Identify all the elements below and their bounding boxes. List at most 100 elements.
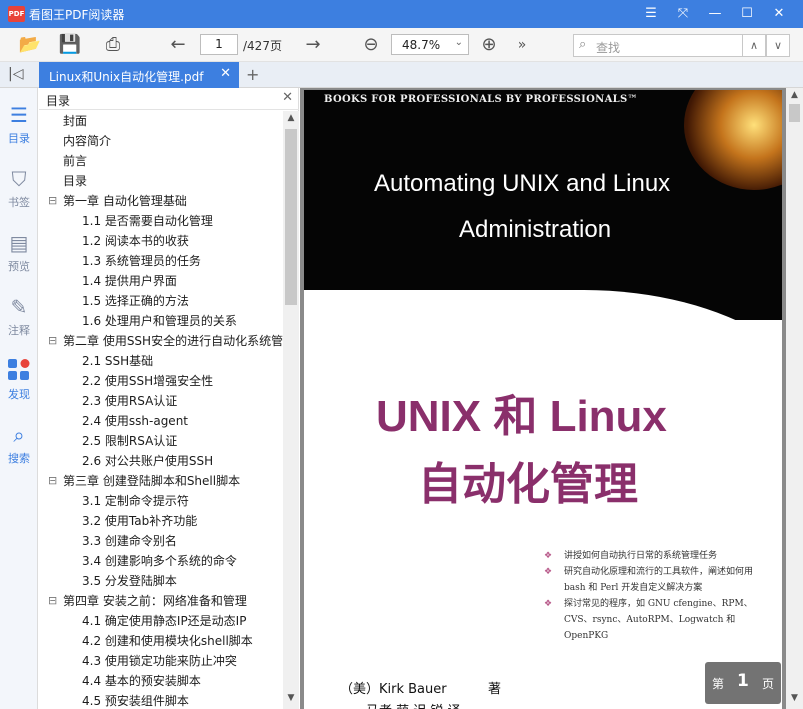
rail-label: 目录	[8, 132, 30, 145]
toc-section-item[interactable]: 3.5 分发登陆脚本	[82, 571, 177, 591]
rail-label: 预览	[8, 260, 30, 273]
toc-chapter-item[interactable]: 封面	[63, 111, 87, 131]
scroll-up-icon[interactable]: ▲	[786, 90, 803, 104]
open-folder-icon[interactable]: 📂	[18, 33, 42, 57]
rail-item-search[interactable]: ⌕ 搜索	[0, 422, 38, 480]
tab-label: Linux和Unix自动化管理.pdf	[49, 70, 204, 84]
page-total: /427页	[243, 39, 282, 53]
toc-chapter-item[interactable]: 第二章 使用SSH安全的进行自动化系统管	[48, 331, 283, 351]
cover-translator: 马者 萌 迟 锐 译	[366, 700, 461, 709]
toc-section-item[interactable]: 1.4 提供用户界面	[82, 271, 177, 291]
toc-header: 目录 ✕	[39, 88, 299, 110]
tab-document[interactable]: Linux和Unix自动化管理.pdf ✕	[39, 62, 239, 88]
toc-section-item[interactable]: 2.1 SSH基础	[82, 351, 153, 371]
more-icon[interactable]: »	[510, 33, 534, 57]
rail-label: 书签	[8, 196, 30, 209]
page-indicator: 第 1 页	[705, 662, 781, 704]
scroll-down-icon[interactable]: ▼	[283, 693, 299, 707]
document-view[interactable]: BOOKS FOR PROFESSIONALS BY PROFESSIONALS…	[300, 88, 803, 709]
toc-section-item[interactable]: 2.6 对公共账户使用SSH	[82, 451, 213, 471]
toc-section-item[interactable]: 1.5 选择正确的方法	[82, 291, 189, 311]
toc-panel: 目录 ✕ 封面内容简介前言目录第一章 自动化管理基础1.1 是否需要自动化管理1…	[39, 88, 299, 709]
note-icon: ✎	[10, 295, 28, 319]
search-input[interactable]: ⌕ 查找	[573, 34, 743, 57]
toc-section-item[interactable]: 4.2 创建和使用模块化shell脚本	[82, 631, 253, 651]
collapse-sidebar-icon[interactable]: |◁	[8, 66, 23, 82]
cover-author: （美）Kirk Bauer	[340, 682, 447, 697]
toc-chapter-item[interactable]: 目录	[63, 171, 87, 191]
toc-section-item[interactable]: 1.6 处理用户和管理员的关系	[82, 311, 237, 331]
menu-icon[interactable]: ☰	[640, 4, 662, 24]
search-icon: ⌕	[579, 37, 587, 52]
cover-bullet: 研究自动化原理和流行的工具软件，阐述如何用 bash 和 Perl 开发自定义解…	[544, 564, 774, 596]
toc-section-item[interactable]: 1.2 阅读本书的收获	[82, 231, 189, 251]
apps-icon	[7, 358, 31, 384]
search-icon: ⌕	[13, 423, 25, 447]
chevron-down-icon: ⌄	[454, 37, 463, 48]
zoom-select[interactable]: 48.7% ⌄	[391, 34, 469, 55]
rail-item-preview[interactable]: ▤ 预览	[0, 230, 38, 288]
toc-section-item[interactable]: 4.5 预安装组件脚本	[82, 691, 189, 709]
page-indicator-prefix: 第	[712, 677, 725, 691]
toc-section-item[interactable]: 4.1 确定使用静态IP还是动态IP	[82, 611, 246, 631]
cover-author-role: 著	[488, 682, 502, 697]
close-icon[interactable]: ✕	[282, 90, 293, 105]
toc-section-item[interactable]: 2.4 使用ssh-agent	[82, 411, 188, 431]
toc-section-item[interactable]: 1.3 系统管理员的任务	[82, 251, 201, 271]
rail-item-bookmarks[interactable]: ⛉ 书签	[0, 166, 38, 224]
toc-section-item[interactable]: 3.3 创建命令别名	[82, 531, 177, 551]
zoom-in-icon[interactable]: ⊕	[477, 33, 501, 57]
tab-bar: |◁ Linux和Unix自动化管理.pdf ✕ +	[0, 62, 803, 88]
toc-scrollbar[interactable]: ▲ ▼	[283, 111, 299, 709]
toc-chapter-item[interactable]: 前言	[63, 151, 87, 171]
scroll-thumb[interactable]	[285, 129, 297, 305]
toc-section-item[interactable]: 1.1 是否需要自动化管理	[82, 211, 213, 231]
cover-bullet: 探讨常见的程序，如 GNU cfengine、RPM、CVS、rsync、Aut…	[544, 596, 774, 644]
toc-section-item[interactable]: 3.1 定制命令提示符	[82, 491, 189, 511]
toc-section-item[interactable]: 2.2 使用SSH增强安全性	[82, 371, 213, 391]
page-number-input[interactable]: 1	[200, 34, 238, 55]
toc-section-item[interactable]: 4.3 使用锁定功能来防止冲突	[82, 651, 237, 671]
rail-item-discover[interactable]: 发现	[0, 358, 38, 416]
zoom-value: 48.7%	[402, 38, 441, 52]
close-button[interactable]: ✕	[768, 4, 790, 24]
print-icon[interactable]: ⎙	[101, 33, 125, 57]
zoom-out-icon[interactable]: ⊖	[359, 33, 383, 57]
cover-en-title-1: Automating UNIX and Linux	[374, 170, 671, 197]
save-icon[interactable]: 💾	[58, 33, 82, 57]
search-prev-button[interactable]: ∧	[742, 34, 766, 57]
app-logo: PDF	[8, 6, 25, 22]
search-next-button[interactable]: ∨	[766, 34, 790, 57]
close-tab-icon[interactable]: ✕	[220, 66, 231, 81]
title-bar: PDF 看图王PDF阅读器 ☰ ⤧ — ☐ ✕	[0, 0, 803, 28]
toc-chapter-item[interactable]: 第四章 安装之前：网络准备和管理	[48, 591, 247, 611]
toc-section-item[interactable]: 3.4 创建影响多个系统的命令	[82, 551, 237, 571]
left-rail: ☰ 目录 ⛉ 书签 ▤ 预览 ✎ 注释 发现 ⌕ 搜索	[0, 88, 38, 709]
document-scrollbar[interactable]: ▲ ▼	[786, 88, 803, 709]
prev-page-icon[interactable]: ←	[166, 33, 190, 57]
next-page-icon[interactable]: →	[301, 33, 325, 57]
toc-chapter-item[interactable]: 第一章 自动化管理基础	[48, 191, 187, 211]
toc-chapter-item[interactable]: 内容简介	[63, 131, 111, 151]
minimize-button[interactable]: —	[704, 4, 726, 24]
rail-item-notes[interactable]: ✎ 注释	[0, 294, 38, 352]
rail-label: 注释	[8, 324, 30, 337]
toc-section-item[interactable]: 2.3 使用RSA认证	[82, 391, 177, 411]
scroll-down-icon[interactable]: ▼	[786, 693, 803, 707]
toc-section-item[interactable]: 2.5 限制RSA认证	[82, 431, 177, 451]
rail-item-toc[interactable]: ☰ 目录	[0, 102, 38, 160]
toc-chapter-item[interactable]: 第三章 创建登陆脚本和Shell脚本	[48, 471, 240, 491]
new-tab-icon[interactable]: +	[246, 65, 259, 84]
page-indicator-suffix: 页	[762, 677, 775, 691]
scroll-up-icon[interactable]: ▲	[283, 113, 299, 127]
toc-list: 封面内容简介前言目录第一章 自动化管理基础1.1 是否需要自动化管理1.2 阅读…	[39, 111, 283, 709]
cover-cn-title-2: 自动化管理	[418, 459, 638, 510]
scroll-thumb[interactable]	[789, 104, 800, 122]
toc-section-item[interactable]: 3.2 使用Tab补齐功能	[82, 511, 197, 531]
fullscreen-icon[interactable]: ⤧	[672, 4, 694, 24]
cover-cn-title-1: UNIX 和 Linux	[376, 392, 667, 441]
toc-section-item[interactable]: 4.4 基本的预安装脚本	[82, 671, 201, 691]
bookmark-icon: ⛉	[11, 167, 27, 191]
maximize-button[interactable]: ☐	[736, 4, 758, 24]
cover-en-title-2: Administration	[459, 216, 612, 243]
